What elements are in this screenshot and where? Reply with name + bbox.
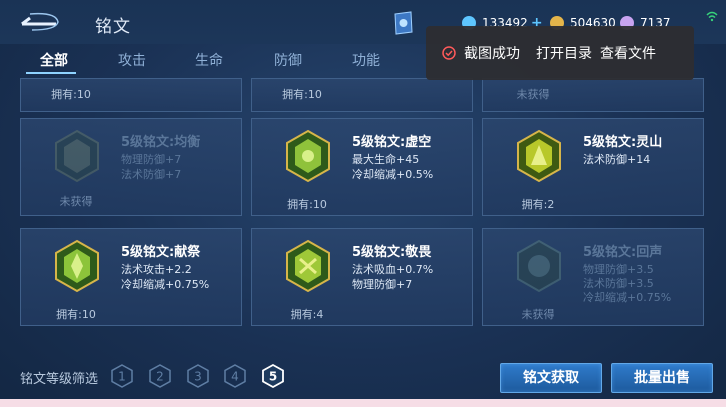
view-file-link[interactable]: 查看文件 bbox=[600, 43, 656, 63]
rune-card-echo[interactable]: 5级铭文:回声 物理防御+3.5 法术防御+3.5 冷却缩减+0.75% 未获得 bbox=[482, 228, 704, 326]
check-circle-icon bbox=[442, 46, 456, 60]
rune-card-partial-1[interactable]: 拥有:10 bbox=[20, 78, 242, 112]
svg-text:2: 2 bbox=[156, 370, 164, 384]
tab-utility[interactable]: 功能 bbox=[352, 50, 380, 70]
tab-all[interactable]: 全部 bbox=[40, 50, 68, 70]
rune-card-sacrifice[interactable]: 5级铭文:献祭 法术攻击+2.2 冷却缩减+0.75% 拥有:10 bbox=[20, 228, 242, 326]
svg-text:3: 3 bbox=[194, 370, 202, 384]
batch-sell-button[interactable]: 批量出售 bbox=[611, 363, 713, 393]
rune-card-spirit-mountain[interactable]: 5级铭文:灵山 法术防御+14 拥有:2 bbox=[482, 118, 704, 216]
rune-gem-icon bbox=[517, 239, 561, 293]
rune-card-balance[interactable]: 5级铭文:均衡 物理防御+7 法术防御+7 未获得 bbox=[20, 118, 242, 216]
bottom-strip bbox=[0, 399, 726, 407]
level-5-filter-button[interactable]: 5 bbox=[261, 364, 285, 388]
rune-gem-icon bbox=[55, 129, 99, 183]
rune-gem-icon bbox=[286, 129, 330, 183]
toast-message: 截图成功 bbox=[464, 46, 520, 62]
rune-gem-icon bbox=[286, 239, 330, 293]
tab-attack[interactable]: 攻击 bbox=[118, 50, 146, 70]
rune-gem-icon bbox=[55, 239, 99, 293]
svg-text:4: 4 bbox=[231, 370, 239, 384]
wifi-icon bbox=[706, 11, 718, 22]
rune-card-void[interactable]: 5级铭文:虚空 最大生命+45 冷却缩减+0.5% 拥有:10 bbox=[251, 118, 473, 216]
svg-text:1: 1 bbox=[118, 370, 126, 384]
rune-card-partial-2[interactable]: 拥有:10 bbox=[251, 78, 473, 112]
tab-health[interactable]: 生命 bbox=[195, 50, 223, 70]
rune-card-awe[interactable]: 5级铭文:敬畏 法术吸血+0.7% 物理防御+7 拥有:4 bbox=[251, 228, 473, 326]
back-arrow-icon[interactable] bbox=[16, 10, 62, 34]
acquire-rune-button[interactable]: 铭文获取 bbox=[500, 363, 602, 393]
open-directory-link[interactable]: 打开目录 bbox=[536, 43, 592, 63]
rune-book-icon[interactable] bbox=[392, 10, 414, 36]
level-4-filter-button[interactable]: 4 bbox=[223, 364, 247, 388]
bottom-bar: 铭文等级筛选 1 2 3 4 5 铭文获取 批量出售 bbox=[0, 360, 726, 400]
page-title: 铭文 bbox=[95, 17, 131, 37]
level-1-filter-button[interactable]: 1 bbox=[110, 364, 134, 388]
rune-gem-icon bbox=[517, 129, 561, 183]
level-2-filter-button[interactable]: 2 bbox=[148, 364, 172, 388]
tab-defense[interactable]: 防御 bbox=[274, 50, 302, 70]
level-filter-label: 铭文等级筛选 bbox=[20, 372, 99, 387]
screenshot-toast: 截图成功 打开目录 查看文件 bbox=[426, 26, 694, 80]
rune-card-partial-3[interactable]: 未获得 bbox=[482, 78, 704, 112]
active-tab-indicator bbox=[26, 72, 76, 74]
level-3-filter-button[interactable]: 3 bbox=[186, 364, 210, 388]
svg-text:5: 5 bbox=[269, 370, 277, 384]
